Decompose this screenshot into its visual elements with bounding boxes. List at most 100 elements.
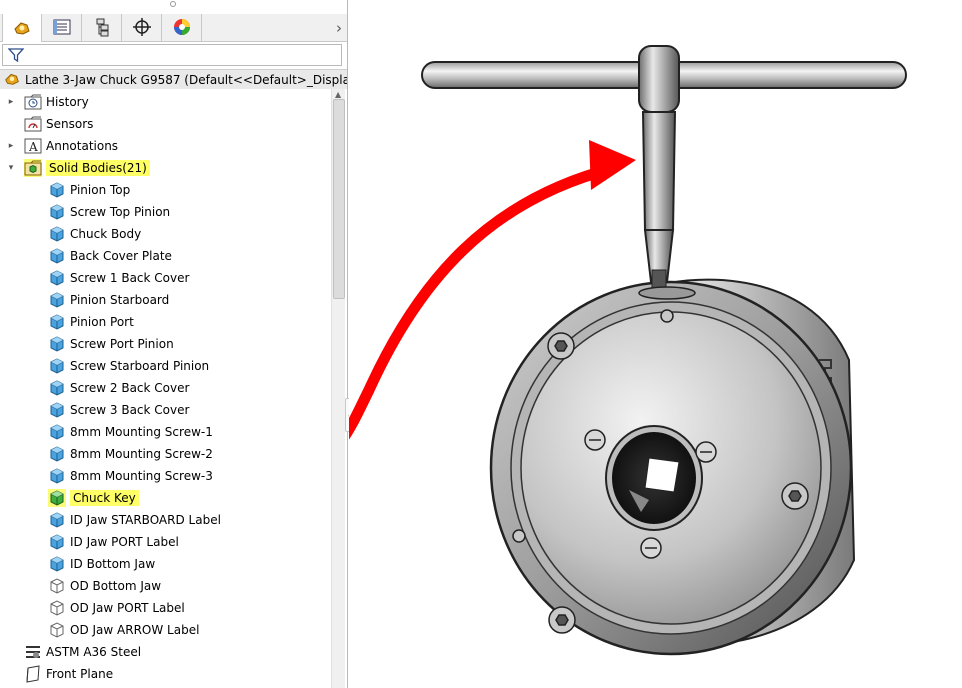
solid-body-icon bbox=[48, 467, 66, 485]
tree-item[interactable]: Pinion Top bbox=[48, 179, 130, 201]
tree-item[interactable]: Chuck Body bbox=[48, 223, 141, 245]
solid-body-icon bbox=[48, 357, 66, 375]
root-part-label: Lathe 3-Jaw Chuck G9587 (Default<<Defaul… bbox=[25, 72, 348, 87]
property-manager-tab[interactable] bbox=[42, 14, 82, 42]
solid-body-icon bbox=[48, 511, 66, 529]
display-manager-icon bbox=[172, 17, 192, 40]
tree-item-label: Screw Port Pinion bbox=[70, 337, 174, 351]
feature-manager-icon bbox=[12, 17, 32, 40]
solid-body-icon bbox=[48, 533, 66, 551]
history-folder-icon bbox=[24, 93, 42, 111]
tree-item[interactable]: Screw 1 Back Cover bbox=[48, 267, 189, 289]
part-icon bbox=[3, 70, 21, 89]
tree-collapsed-arrow-icon[interactable]: ▸ bbox=[6, 97, 16, 107]
configuration-manager-tab[interactable] bbox=[82, 14, 122, 42]
hidden-body-icon bbox=[48, 599, 66, 617]
scroll-up-arrow-icon[interactable]: ▲ bbox=[335, 90, 341, 99]
tree-expanded-arrow-icon[interactable]: ▾ bbox=[6, 163, 16, 173]
configuration-manager-icon bbox=[92, 17, 112, 40]
tree-item[interactable]: Screw Starboard Pinion bbox=[48, 355, 209, 377]
tree-item[interactable]: OD Jaw PORT Label bbox=[48, 597, 185, 619]
tree-item[interactable]: Chuck Key bbox=[48, 487, 139, 509]
tree-item[interactable]: Front Plane bbox=[24, 663, 113, 685]
tree-scrollbar[interactable]: ▲ bbox=[331, 89, 345, 688]
tree-item-label: Screw 1 Back Cover bbox=[70, 271, 190, 285]
solid-bodies-folder-icon bbox=[24, 159, 42, 177]
tree-root-part[interactable]: Lathe 3-Jaw Chuck G9587 (Default<<Defaul… bbox=[0, 69, 348, 89]
tree-item-label: OD Jaw PORT Label bbox=[70, 601, 185, 615]
tree-item[interactable]: ID Jaw PORT Label bbox=[48, 531, 179, 553]
tree-item[interactable]: Pinion Starboard bbox=[48, 289, 169, 311]
tree-item-label: Sensors bbox=[46, 117, 94, 131]
solid-body-icon bbox=[48, 269, 66, 287]
tree-item-label: ID Bottom Jaw bbox=[70, 557, 156, 571]
crosshair-icon bbox=[132, 17, 152, 40]
hidden-body-icon bbox=[48, 577, 66, 595]
plane-icon bbox=[24, 665, 42, 683]
tree-item-label: Back Cover Plate bbox=[70, 249, 172, 263]
tree-item[interactable]: Screw Top Pinion bbox=[48, 201, 170, 223]
tree-item-label: 8mm Mounting Screw-1 bbox=[70, 425, 213, 439]
solid-body-icon bbox=[48, 181, 66, 199]
tree-item-label: Screw Starboard Pinion bbox=[70, 359, 210, 373]
manager-tab-bar: › bbox=[0, 14, 347, 43]
tree-item[interactable]: Pinion Port bbox=[48, 311, 134, 333]
solid-body-icon bbox=[48, 379, 66, 397]
solid-body-green-icon bbox=[48, 489, 66, 507]
solid-body-icon bbox=[48, 247, 66, 265]
tree-item-label: Chuck Body bbox=[70, 227, 142, 241]
tree-item-label: Pinion Starboard bbox=[70, 293, 170, 307]
tree-item[interactable]: OD Jaw ARROW Label bbox=[48, 619, 199, 641]
tree-item-label: Solid Bodies(21) bbox=[46, 160, 150, 176]
tree-item[interactable]: ID Bottom Jaw bbox=[48, 553, 155, 575]
sensors-folder-icon bbox=[24, 115, 42, 133]
tree-item-label: History bbox=[46, 95, 89, 109]
tree-item[interactable]: Screw 3 Back Cover bbox=[48, 399, 189, 421]
tree-item-label: 8mm Mounting Screw-3 bbox=[70, 469, 213, 483]
chevron-right-icon[interactable]: › bbox=[336, 19, 342, 37]
tree-item[interactable]: 8mm Mounting Screw-2 bbox=[48, 443, 213, 465]
tree-filter-input[interactable] bbox=[2, 44, 342, 66]
solid-body-icon bbox=[48, 203, 66, 221]
tree-item-label: Pinion Top bbox=[70, 183, 131, 197]
annotations-icon: A bbox=[24, 137, 42, 155]
tree-item-label: ID Jaw PORT Label bbox=[70, 535, 179, 549]
tree-item[interactable]: ▸ A Annotations bbox=[9, 135, 119, 157]
solid-body-icon bbox=[48, 401, 66, 419]
tree-item[interactable]: ▾ Solid Bodies(21) bbox=[9, 157, 150, 179]
tree-item[interactable]: ▸ History bbox=[9, 91, 89, 113]
tree-item[interactable]: Sensors bbox=[24, 113, 93, 135]
red-arrow-head-icon bbox=[589, 140, 636, 190]
tree-item-label: Pinion Port bbox=[70, 315, 134, 329]
hidden-body-icon bbox=[48, 621, 66, 639]
tree-collapsed-arrow-icon[interactable]: ▸ bbox=[6, 141, 16, 151]
tree-item-label: OD Jaw ARROW Label bbox=[70, 623, 200, 637]
feature-manager-tab[interactable] bbox=[2, 14, 42, 43]
tree-item[interactable]: 8mm Mounting Screw-3 bbox=[48, 465, 213, 487]
solid-body-icon bbox=[48, 225, 66, 243]
tree-item-label: Screw 3 Back Cover bbox=[70, 403, 190, 417]
feature-manager-panel: › Lathe 3-Jaw Chuck G9587 (Default<<Defa… bbox=[0, 0, 348, 688]
display-manager-tab[interactable] bbox=[162, 14, 202, 42]
tree-item[interactable]: ASTM A36 Steel bbox=[24, 641, 141, 663]
solid-body-icon bbox=[48, 445, 66, 463]
solid-body-icon bbox=[48, 335, 66, 353]
tree-item-label: 8mm Mounting Screw-2 bbox=[70, 447, 213, 461]
tree-item[interactable]: Back Cover Plate bbox=[48, 245, 172, 267]
tree-item[interactable]: ID Jaw STARBOARD Label bbox=[48, 509, 221, 531]
scrollbar-thumb[interactable] bbox=[333, 99, 345, 299]
tree-item[interactable]: Screw 2 Back Cover bbox=[48, 377, 189, 399]
tree-item[interactable]: OD Bottom Jaw bbox=[48, 575, 161, 597]
solid-body-icon bbox=[48, 555, 66, 573]
tree-item[interactable]: 8mm Mounting Screw-1 bbox=[48, 421, 213, 443]
tree-item[interactable]: Screw Port Pinion bbox=[48, 333, 174, 355]
filter-funnel-icon[interactable] bbox=[7, 47, 25, 66]
tree-item-label: OD Bottom Jaw bbox=[70, 579, 162, 593]
graphics-area[interactable] bbox=[349, 0, 962, 688]
svg-text:A: A bbox=[28, 140, 38, 154]
tree-item-label: Screw Top Pinion bbox=[70, 205, 171, 219]
solid-body-icon bbox=[48, 313, 66, 331]
tree-item-label: Annotations bbox=[46, 139, 119, 153]
dimxpert-manager-tab[interactable] bbox=[122, 14, 162, 42]
panel-grip-icon[interactable] bbox=[170, 1, 176, 7]
